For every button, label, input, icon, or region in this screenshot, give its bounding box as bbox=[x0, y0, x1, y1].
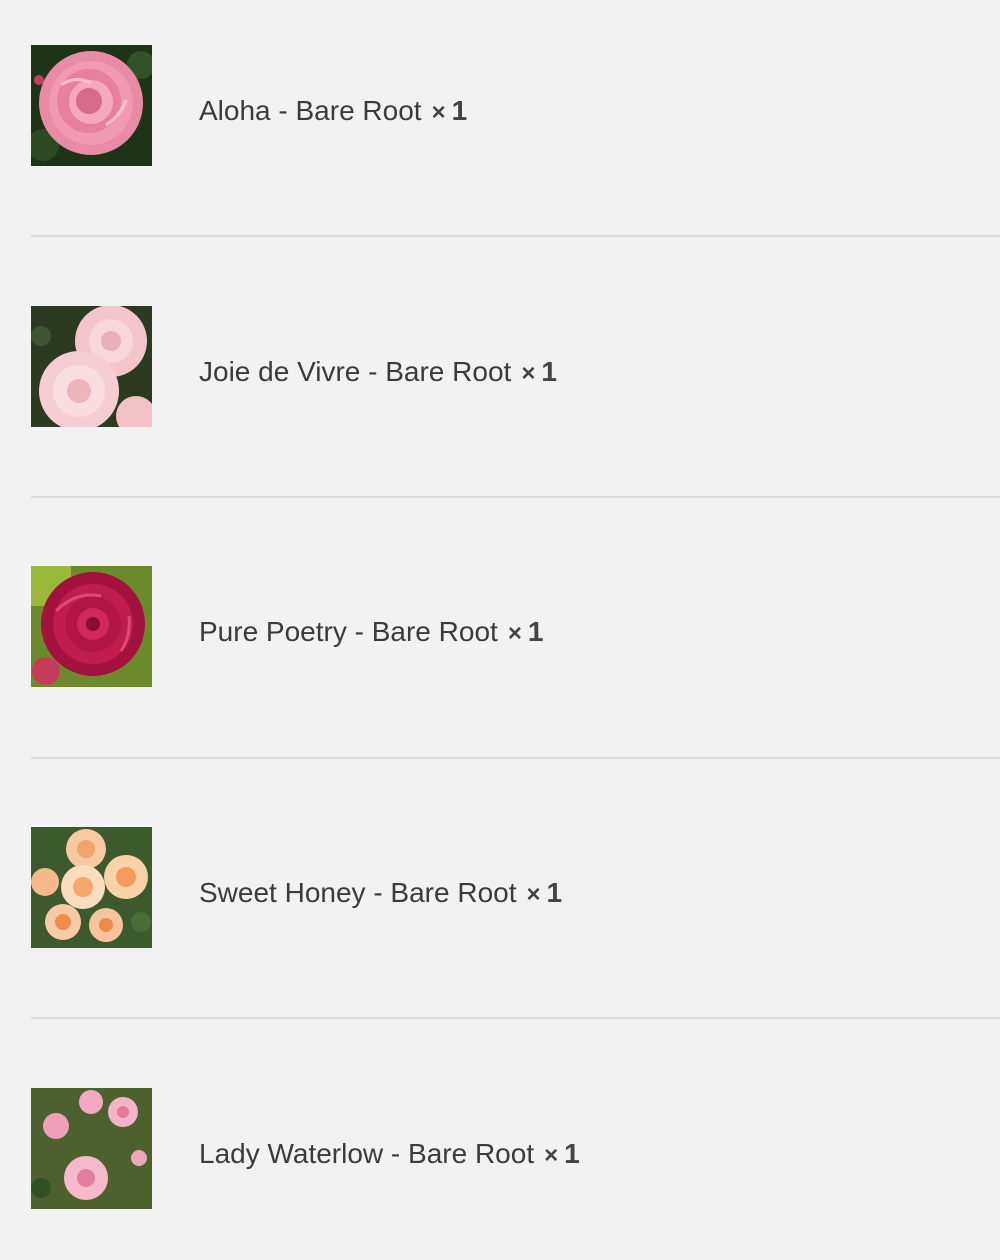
times-symbol: × bbox=[507, 619, 522, 647]
order-item: Sweet Honey - Bare Root × 1 bbox=[31, 827, 1000, 948]
product-thumbnail bbox=[31, 827, 152, 948]
times-symbol: × bbox=[431, 98, 446, 126]
times-symbol: × bbox=[544, 1141, 559, 1169]
divider bbox=[31, 757, 1000, 759]
item-label: Sweet Honey - Bare Root × 1 bbox=[199, 867, 562, 909]
order-item: Aloha - Bare Root × 1 bbox=[31, 45, 1000, 166]
order-item: Pure Poetry - Bare Root × 1 bbox=[31, 566, 1000, 687]
product-thumbnail bbox=[31, 45, 152, 166]
item-name: Pure Poetry - Bare Root bbox=[199, 615, 498, 647]
product-thumbnail bbox=[31, 306, 152, 427]
divider bbox=[31, 496, 1000, 498]
item-label: Joie de Vivre - Bare Root × 1 bbox=[199, 346, 557, 388]
item-quantity: 1 bbox=[541, 355, 557, 387]
item-quantity: 1 bbox=[564, 1137, 580, 1169]
item-label: Pure Poetry - Bare Root × 1 bbox=[199, 606, 543, 648]
item-name: Aloha - Bare Root bbox=[199, 94, 422, 126]
times-symbol: × bbox=[526, 880, 541, 908]
product-thumbnail bbox=[31, 566, 152, 687]
item-name: Joie de Vivre - Bare Root bbox=[199, 355, 512, 387]
times-symbol: × bbox=[521, 359, 536, 387]
item-quantity: 1 bbox=[451, 94, 468, 126]
item-label: Aloha - Bare Root × 1 bbox=[199, 85, 467, 127]
order-item: Lady Waterlow - Bare Root × 1 bbox=[31, 1088, 1000, 1209]
item-name: Sweet Honey - Bare Root bbox=[199, 876, 517, 908]
item-quantity: 1 bbox=[546, 876, 563, 908]
item-name: Lady Waterlow - Bare Root bbox=[199, 1137, 535, 1169]
divider bbox=[31, 1017, 1000, 1019]
item-quantity: 1 bbox=[527, 615, 544, 647]
item-label: Lady Waterlow - Bare Root × 1 bbox=[199, 1128, 580, 1170]
divider bbox=[31, 235, 1000, 237]
order-item: Joie de Vivre - Bare Root × 1 bbox=[31, 306, 1000, 427]
order-items-list: Aloha - Bare Root × 1 Joie de Vivre - Bare… bbox=[0, 0, 1000, 1260]
product-thumbnail bbox=[31, 1088, 152, 1209]
